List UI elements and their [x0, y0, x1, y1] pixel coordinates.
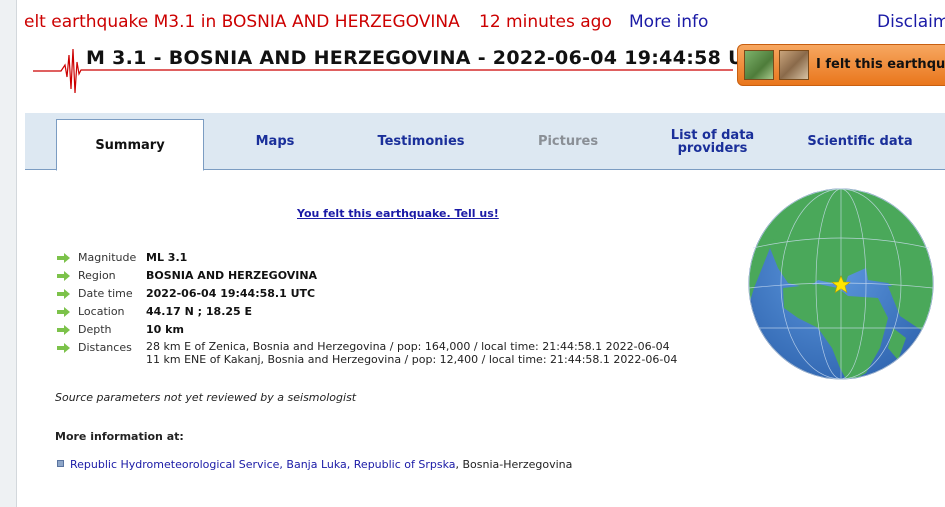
tab-pictures: Pictures: [537, 134, 599, 149]
param-value: 10 km: [146, 323, 184, 336]
agency-country: , Bosnia-Herzegovina: [455, 458, 573, 471]
param-value: 2022-06-04 19:44:58.1 UTC: [146, 287, 316, 300]
landscape-thumbnail-icon: [744, 50, 774, 80]
param-label: Location: [78, 305, 125, 318]
more-info-heading: More information at:: [55, 430, 184, 443]
more-info-link[interactable]: More info: [629, 12, 708, 32]
bullet-icon: [57, 460, 64, 467]
felt-earthquake-link[interactable]: You felt this earthquake. Tell us!: [297, 207, 499, 220]
agency-item: Republic Hydrometeorological Service, Ba…: [57, 458, 572, 471]
param-value: 44.17 N ; 18.25 E: [146, 305, 253, 318]
param-label: Distances: [78, 341, 132, 354]
event-title: M 3.1 - BOSNIA AND HERZEGOVINA - 2022-06…: [86, 47, 772, 69]
distance-line: 28 km E of Zenica, Bosnia and Herzegovin…: [146, 340, 670, 353]
i-felt-it-button[interactable]: I felt this earthquak: [737, 44, 945, 86]
tab-maps[interactable]: Maps: [205, 113, 345, 170]
ticker-message[interactable]: elt earthquake M3.1 in BOSNIA AND HERZEG…: [24, 12, 460, 32]
param-label: Magnitude: [78, 251, 137, 264]
param-label: Date time: [78, 287, 133, 300]
tab-data-providers[interactable]: List of data providers: [645, 113, 780, 170]
arrow-right-icon: [57, 253, 70, 263]
tab-summary[interactable]: Summary: [56, 119, 204, 171]
left-rail: [0, 0, 17, 507]
distance-list: 28 km E of Zenica, Bosnia and Herzegovin…: [146, 340, 678, 366]
arrow-right-icon: [57, 343, 70, 353]
tab-testimonies[interactable]: Testimonies: [350, 113, 492, 170]
param-value: BOSNIA AND HERZEGOVINA: [146, 269, 318, 282]
arrow-right-icon: [57, 289, 70, 299]
distance-line: 11 km ENE of Kakanj, Bosnia and Herzegov…: [146, 352, 678, 366]
param-label: Depth: [78, 323, 112, 336]
building-thumbnail-icon: [779, 50, 809, 80]
arrow-right-icon: [57, 271, 70, 281]
i-felt-it-label: I felt this earthquak: [816, 57, 945, 72]
tab-scientific-data[interactable]: Scientific data: [790, 113, 930, 170]
tab-bar: Summary Maps Testimonies Pictures List o…: [25, 113, 945, 171]
ticker-time-ago: 12 minutes ago: [479, 12, 612, 32]
review-note: Source parameters not yet reviewed by a …: [55, 391, 357, 404]
disclaimer-link[interactable]: Disclaim: [877, 12, 945, 32]
arrow-right-icon: [57, 307, 70, 317]
globe-map-icon[interactable]: [748, 188, 934, 380]
param-label: Region: [78, 269, 116, 282]
agency-link[interactable]: Republic Hydrometeorological Service, Ba…: [70, 458, 456, 471]
arrow-right-icon: [57, 325, 70, 335]
param-value: ML 3.1: [146, 251, 188, 264]
